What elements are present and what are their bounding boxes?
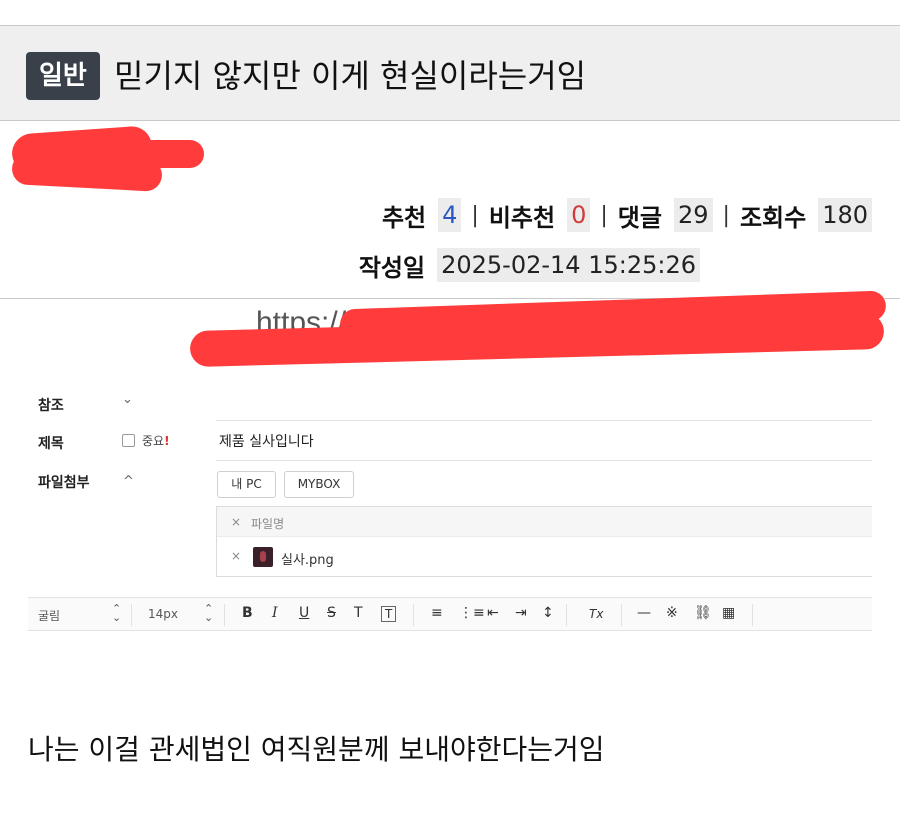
line-height-icon[interactable]: ↕ [542, 605, 554, 621]
stat-separator: | [471, 202, 479, 228]
strikethrough-icon[interactable]: S [327, 605, 336, 621]
outdent-icon[interactable]: ⇤ [487, 605, 499, 621]
toolbar-divider [131, 604, 132, 626]
post-date-row: 작성일 2025-02-14 15:25:26 [359, 246, 700, 284]
toolbar-divider [413, 604, 414, 626]
important-label: 중요! [142, 432, 170, 449]
comments-count: 29 [673, 198, 713, 232]
views-count: 180 [818, 198, 872, 232]
table-icon[interactable]: ▦ [722, 605, 735, 621]
date-label: 작성일 [358, 253, 426, 282]
indent-icon[interactable]: ⇥ [515, 605, 527, 621]
toolbar-divider [621, 604, 622, 626]
cc-label: 참조 [38, 398, 64, 414]
font-stepper-icon[interactable]: ⌃ ⌄ [112, 603, 121, 623]
important-text: 중요 [142, 434, 165, 448]
link-icon[interactable]: ⛓ [694, 605, 712, 621]
category-badge[interactable]: 일반 [26, 52, 100, 100]
comments-label: 댓글 [617, 203, 662, 232]
not-recommend-count: 0 [567, 198, 591, 232]
not-recommend-label: 비추천 [488, 203, 556, 232]
important-mark: ! [164, 434, 170, 448]
form-divider [216, 460, 872, 461]
attached-file[interactable]: 실사.png [281, 549, 334, 568]
special-char-icon[interactable]: ※ [666, 605, 678, 621]
text-color-icon[interactable]: T [354, 605, 363, 621]
image-thumbnail-icon [253, 547, 273, 567]
text-background-icon[interactable]: T [381, 606, 397, 622]
post-date: 2025-02-14 15:25:26 [437, 248, 700, 282]
bold-icon[interactable]: B [242, 605, 253, 621]
font-family-select[interactable]: 굴림 [38, 607, 60, 624]
file-name-column: 파일명 [251, 517, 285, 531]
editor-toolbar: 굴림 ⌃ ⌄ 14px ⌃ ⌄ B I U S T T ≡ ⋮≡ ⇤ ⇥ ↕ Tx … [28, 597, 872, 631]
recommend-label: 추천 [381, 203, 427, 232]
subject-input[interactable]: 제품 실사입니다 [219, 431, 314, 451]
align-left-icon[interactable]: ≡ [431, 605, 443, 621]
toolbar-divider [224, 604, 225, 626]
toolbar-divider [566, 604, 567, 626]
post-stats: 추천 4 | 비추천 0 | 댓글 29 | 조회수 180 [382, 196, 872, 234]
toolbar-divider [752, 604, 753, 626]
views-label: 조회수 [739, 203, 807, 232]
post-body-text: 나는 이걸 관세법인 여직원분께 보내야한다는거임 [28, 733, 605, 766]
bullet-list-icon[interactable]: ⋮≡ [459, 605, 485, 621]
underline-icon[interactable]: U [299, 605, 309, 621]
horizontal-rule-icon[interactable]: — [637, 605, 651, 621]
font-size-select[interactable]: 14px [148, 607, 178, 621]
my-pc-button[interactable]: 내 PC [217, 471, 276, 498]
page-title: 믿기지 않지만 이게 현실이라는거임 [114, 57, 587, 95]
chevron-down-icon[interactable]: ⌄ [122, 392, 133, 407]
post-header: 일반 믿기지 않지만 이게 현실이라는거임 [0, 25, 900, 121]
attach-label: 파일첨부 [38, 475, 90, 491]
mybox-button[interactable]: MYBOX [284, 471, 354, 498]
close-icon[interactable]: × [231, 515, 241, 529]
recommend-count: 4 [438, 198, 462, 232]
subject-label: 제목 [38, 436, 64, 452]
attachment-list: × 파일명 × 실사.png [216, 506, 872, 577]
stat-separator: | [600, 202, 608, 228]
author-redaction-3 [11, 152, 163, 192]
chevron-up-icon[interactable]: ^ [123, 474, 134, 489]
important-checkbox[interactable] [122, 434, 135, 447]
close-icon[interactable]: × [231, 549, 241, 563]
stat-separator: | [722, 202, 730, 228]
attachment-header: × 파일명 [217, 507, 872, 537]
size-stepper-icon[interactable]: ⌃ ⌄ [204, 603, 213, 623]
form-divider [216, 420, 872, 421]
italic-icon[interactable]: I [272, 605, 278, 621]
clear-format-icon[interactable]: Tx [589, 607, 603, 621]
